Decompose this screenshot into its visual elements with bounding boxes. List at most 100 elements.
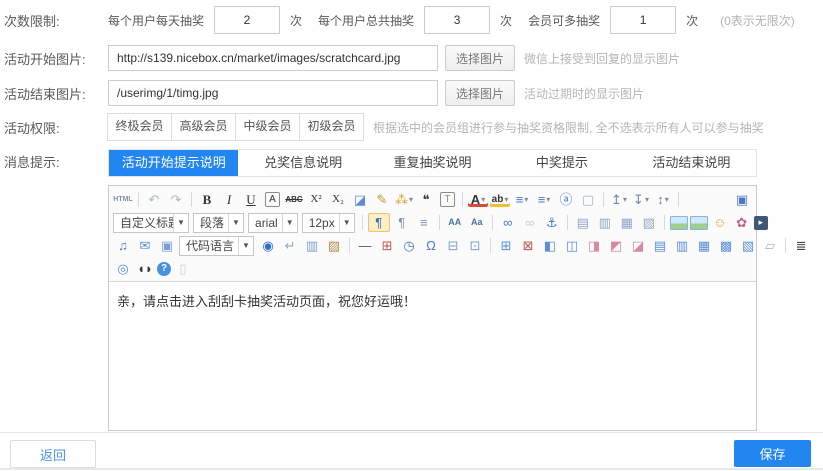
chevron-down-icon[interactable]: ▼ (238, 237, 253, 255)
line-spacing-icon[interactable]: ↕ (653, 190, 673, 209)
merge-cells-icon[interactable]: ◫ (562, 236, 582, 255)
image-manager-icon[interactable] (690, 216, 708, 230)
print-icon[interactable]: ≣ (791, 236, 811, 255)
video-icon[interactable]: ▸ (754, 216, 768, 230)
save-button[interactable]: 保存 (734, 440, 811, 467)
paragraph-rtl-icon[interactable]: ¶ (392, 213, 412, 232)
split-cells-icon[interactable]: ▦ (694, 236, 714, 255)
italic-icon[interactable]: I (219, 190, 239, 209)
special-char-icon[interactable]: Ω (421, 236, 441, 255)
indent-icon[interactable]: ≡ (414, 213, 434, 232)
unordered-list-icon[interactable]: ≡ (534, 190, 554, 209)
message-tab[interactable]: 重复抽奖说明 (368, 150, 497, 176)
font-border-icon[interactable]: A (265, 192, 280, 207)
member-group-button[interactable]: 中级会员 (235, 113, 300, 141)
paragraph-spacing-top-icon[interactable]: ↥ (609, 190, 629, 209)
insert-table-icon[interactable]: ⊞ (496, 236, 516, 255)
insert-col-icon[interactable]: ◩ (606, 236, 626, 255)
strikethrough-icon[interactable]: ABC (284, 190, 304, 209)
find-replace-icon[interactable]: ◖◗ (135, 259, 155, 278)
unlink-icon[interactable]: ∞ (520, 213, 540, 232)
time-icon[interactable]: ◷ (399, 236, 419, 255)
insert-image-icon[interactable] (670, 216, 688, 230)
insert-frame-icon[interactable]: ▣ (157, 236, 177, 255)
emoji-icon[interactable]: ☺ (710, 213, 730, 232)
paragraph-select[interactable]: 段落▼ (193, 213, 244, 233)
delete-table-icon[interactable]: ⊠ (518, 236, 538, 255)
undo-icon[interactable]: ↶ (144, 190, 164, 209)
remove-format-icon[interactable]: ◪ (350, 190, 370, 209)
fullscreen-icon[interactable]: ▣ (732, 190, 752, 209)
auto-clear-icon[interactable]: ⁂ (394, 190, 414, 209)
clipboard-icon[interactable]: ▯ (173, 259, 193, 278)
scrawl-icon[interactable]: ✿ (732, 213, 752, 232)
end-image-url-input[interactable] (108, 80, 438, 106)
message-tab[interactable]: 活动结束说明 (627, 150, 756, 176)
delete-row-icon[interactable]: ◪ (628, 236, 648, 255)
columns-icon[interactable]: ▥ (302, 236, 322, 255)
start-image-pick-button[interactable]: 选择图片 (445, 45, 515, 71)
link-icon[interactable]: ∞ (498, 213, 518, 232)
superscript-icon[interactable]: X² (306, 190, 326, 209)
ordered-list-icon[interactable]: ≡ (512, 190, 532, 209)
uppercase-icon[interactable]: AA (445, 213, 465, 232)
message-tab[interactable]: 中奖提示 (497, 150, 626, 176)
image-align-none-icon[interactable]: ▤ (573, 213, 593, 232)
format-painter-icon[interactable]: ✎ (372, 190, 392, 209)
music-icon[interactable]: ♫ (113, 236, 133, 255)
font-family-select[interactable]: arial▼ (248, 213, 298, 233)
start-image-url-input[interactable] (108, 45, 438, 71)
date-icon[interactable]: ⊞ (377, 236, 397, 255)
anchor-icon[interactable]: ⚓ (542, 213, 562, 232)
horizontal-rule-icon[interactable]: — (355, 236, 375, 255)
end-image-pick-button[interactable]: 选择图片 (445, 80, 515, 106)
editor-content-area[interactable]: 亲，请点击进入刮刮卡抽奖活动页面，祝您好运哦！ (109, 282, 756, 416)
page-break-icon[interactable]: ▱ (760, 236, 780, 255)
paste-plain-icon[interactable]: T (440, 192, 455, 207)
member-group-button[interactable]: 终极会员 (107, 113, 172, 141)
insert-code-icon[interactable]: ◉ (258, 236, 278, 255)
paragraph-spacing-bottom-icon[interactable]: ↧ (631, 190, 651, 209)
merge-down-icon[interactable]: ▥ (672, 236, 692, 255)
chevron-down-icon[interactable]: ▼ (173, 214, 188, 232)
member-extra-input[interactable] (610, 6, 676, 34)
form-textarea-icon[interactable]: ⊡ (465, 236, 485, 255)
member-group-button[interactable]: 初级会员 (299, 113, 364, 141)
chevron-down-icon[interactable]: ▼ (228, 214, 243, 232)
split-col-icon[interactable]: ▩ (716, 236, 736, 255)
subscript-icon[interactable]: X₂ (328, 190, 348, 209)
chevron-down-icon[interactable]: ▼ (339, 214, 354, 232)
image-align-center-icon[interactable]: ▦ (617, 213, 637, 232)
total-input[interactable] (424, 6, 490, 34)
table-caption-icon[interactable]: ◧ (540, 236, 560, 255)
paragraph-format-icon[interactable]: ↵ (280, 236, 300, 255)
table-full-width-icon[interactable]: ▧ (738, 236, 758, 255)
form-button-icon[interactable]: ⊟ (443, 236, 463, 255)
per-day-input[interactable] (214, 6, 280, 34)
code-language-select[interactable]: 代码语言▼ (179, 236, 254, 256)
message-tab[interactable]: 兑奖信息说明 (238, 150, 367, 176)
back-button[interactable]: 返回 (10, 440, 96, 468)
lowercase-icon[interactable]: Aa (467, 213, 487, 232)
redo-icon[interactable]: ↷ (166, 190, 186, 209)
bold-icon[interactable]: B (197, 190, 217, 209)
help-icon[interactable]: ? (157, 262, 171, 276)
attachment-icon[interactable]: ✉ (135, 236, 155, 255)
merge-right-icon[interactable]: ▤ (650, 236, 670, 255)
preview-icon[interactable]: ◎ (113, 259, 133, 278)
insert-row-icon[interactable]: ◨ (584, 236, 604, 255)
auto-typeset-icon[interactable]: ⓐ (556, 190, 576, 209)
underline-icon[interactable]: U (241, 190, 261, 209)
blockquote-icon[interactable]: ❝ (416, 190, 436, 209)
font-color-icon[interactable]: A (468, 192, 488, 207)
member-group-button[interactable]: 高级会员 (171, 113, 236, 141)
background-color-icon[interactable]: ab (490, 192, 510, 207)
image-align-right-icon[interactable]: ▧ (639, 213, 659, 232)
snapshot-icon[interactable]: ▨ (324, 236, 344, 255)
word-image-icon[interactable]: ▢ (578, 190, 598, 209)
font-size-select[interactable]: 12px▼ (302, 213, 355, 233)
image-align-left-icon[interactable]: ▥ (595, 213, 615, 232)
custom-title-select[interactable]: 自定义标题▼ (113, 213, 189, 233)
chevron-down-icon[interactable]: ▼ (282, 214, 297, 232)
source-code-icon[interactable]: HTML (113, 190, 133, 209)
